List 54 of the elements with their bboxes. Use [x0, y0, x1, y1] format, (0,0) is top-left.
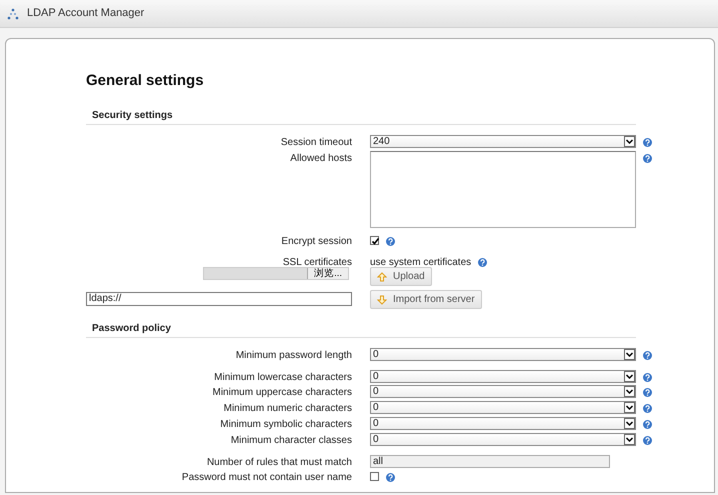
url-field[interactable]: ldaps://	[86, 292, 352, 306]
field-label: Minimum character classes	[230, 435, 352, 446]
page-title: General settings	[86, 72, 205, 90]
field-label: Minimum lowercase characters	[214, 372, 352, 383]
help-icon[interactable]	[643, 388, 652, 397]
help-icon[interactable]	[643, 154, 652, 163]
field-label: Minimum uppercase characters	[212, 387, 352, 398]
caret-icon	[624, 136, 635, 147]
field-label: Password must not contain user name	[182, 472, 352, 483]
section-heading: Password policy	[86, 323, 636, 338]
file-input[interactable]: 浏览...	[203, 267, 349, 280]
help-icon[interactable]	[386, 237, 395, 246]
down-arrow-icon	[377, 294, 387, 304]
help-icon[interactable]	[478, 258, 488, 267]
field-label: Minimum password length	[236, 350, 352, 361]
dropdown[interactable]: 0	[370, 417, 636, 430]
caret-icon	[624, 402, 635, 413]
upload-button[interactable]: Upload	[370, 267, 432, 286]
dropdown[interactable]: 0	[370, 348, 636, 361]
dropdown[interactable]: 0	[370, 401, 636, 414]
help-icon[interactable]	[643, 404, 652, 413]
checkbox[interactable]	[370, 236, 379, 245]
help-icon[interactable]	[643, 373, 652, 382]
caret-icon	[624, 349, 635, 360]
caret-icon	[624, 434, 635, 445]
field-label: Allowed hosts	[290, 153, 352, 164]
import-button[interactable]: Import from server	[370, 290, 482, 309]
dropdown[interactable]: 240	[370, 135, 636, 148]
info-text: use system certificates	[370, 256, 472, 270]
field-label: Encrypt session	[281, 236, 352, 247]
text-area[interactable]	[370, 151, 636, 228]
dropdown[interactable]: 0	[370, 370, 636, 383]
input-field[interactable]: all	[370, 455, 610, 468]
browse-button[interactable]: 浏览...	[307, 268, 348, 279]
field-label: Minimum numeric characters	[224, 403, 352, 414]
section-heading: Security settings	[86, 110, 636, 125]
caret-icon	[624, 371, 635, 382]
field-label: SSL certificates	[282, 257, 352, 268]
caret-icon	[624, 418, 635, 429]
logo-icon	[7, 8, 19, 20]
app-title: LDAP Account Manager	[27, 6, 144, 20]
dropdown[interactable]: 0	[370, 385, 636, 398]
up-arrow-icon	[377, 272, 387, 282]
field-label: Session timeout	[280, 137, 352, 148]
field-label: Number of rules that must match	[206, 457, 352, 468]
caret-icon	[624, 386, 635, 397]
help-icon[interactable]	[643, 436, 652, 445]
dropdown[interactable]: 0	[370, 433, 636, 446]
help-icon[interactable]	[643, 420, 652, 429]
field-label: Minimum symbolic characters	[220, 419, 352, 430]
help-icon[interactable]	[643, 351, 652, 360]
help-icon[interactable]	[643, 138, 652, 147]
checkbox[interactable]	[370, 472, 379, 481]
help-icon[interactable]	[386, 473, 395, 482]
